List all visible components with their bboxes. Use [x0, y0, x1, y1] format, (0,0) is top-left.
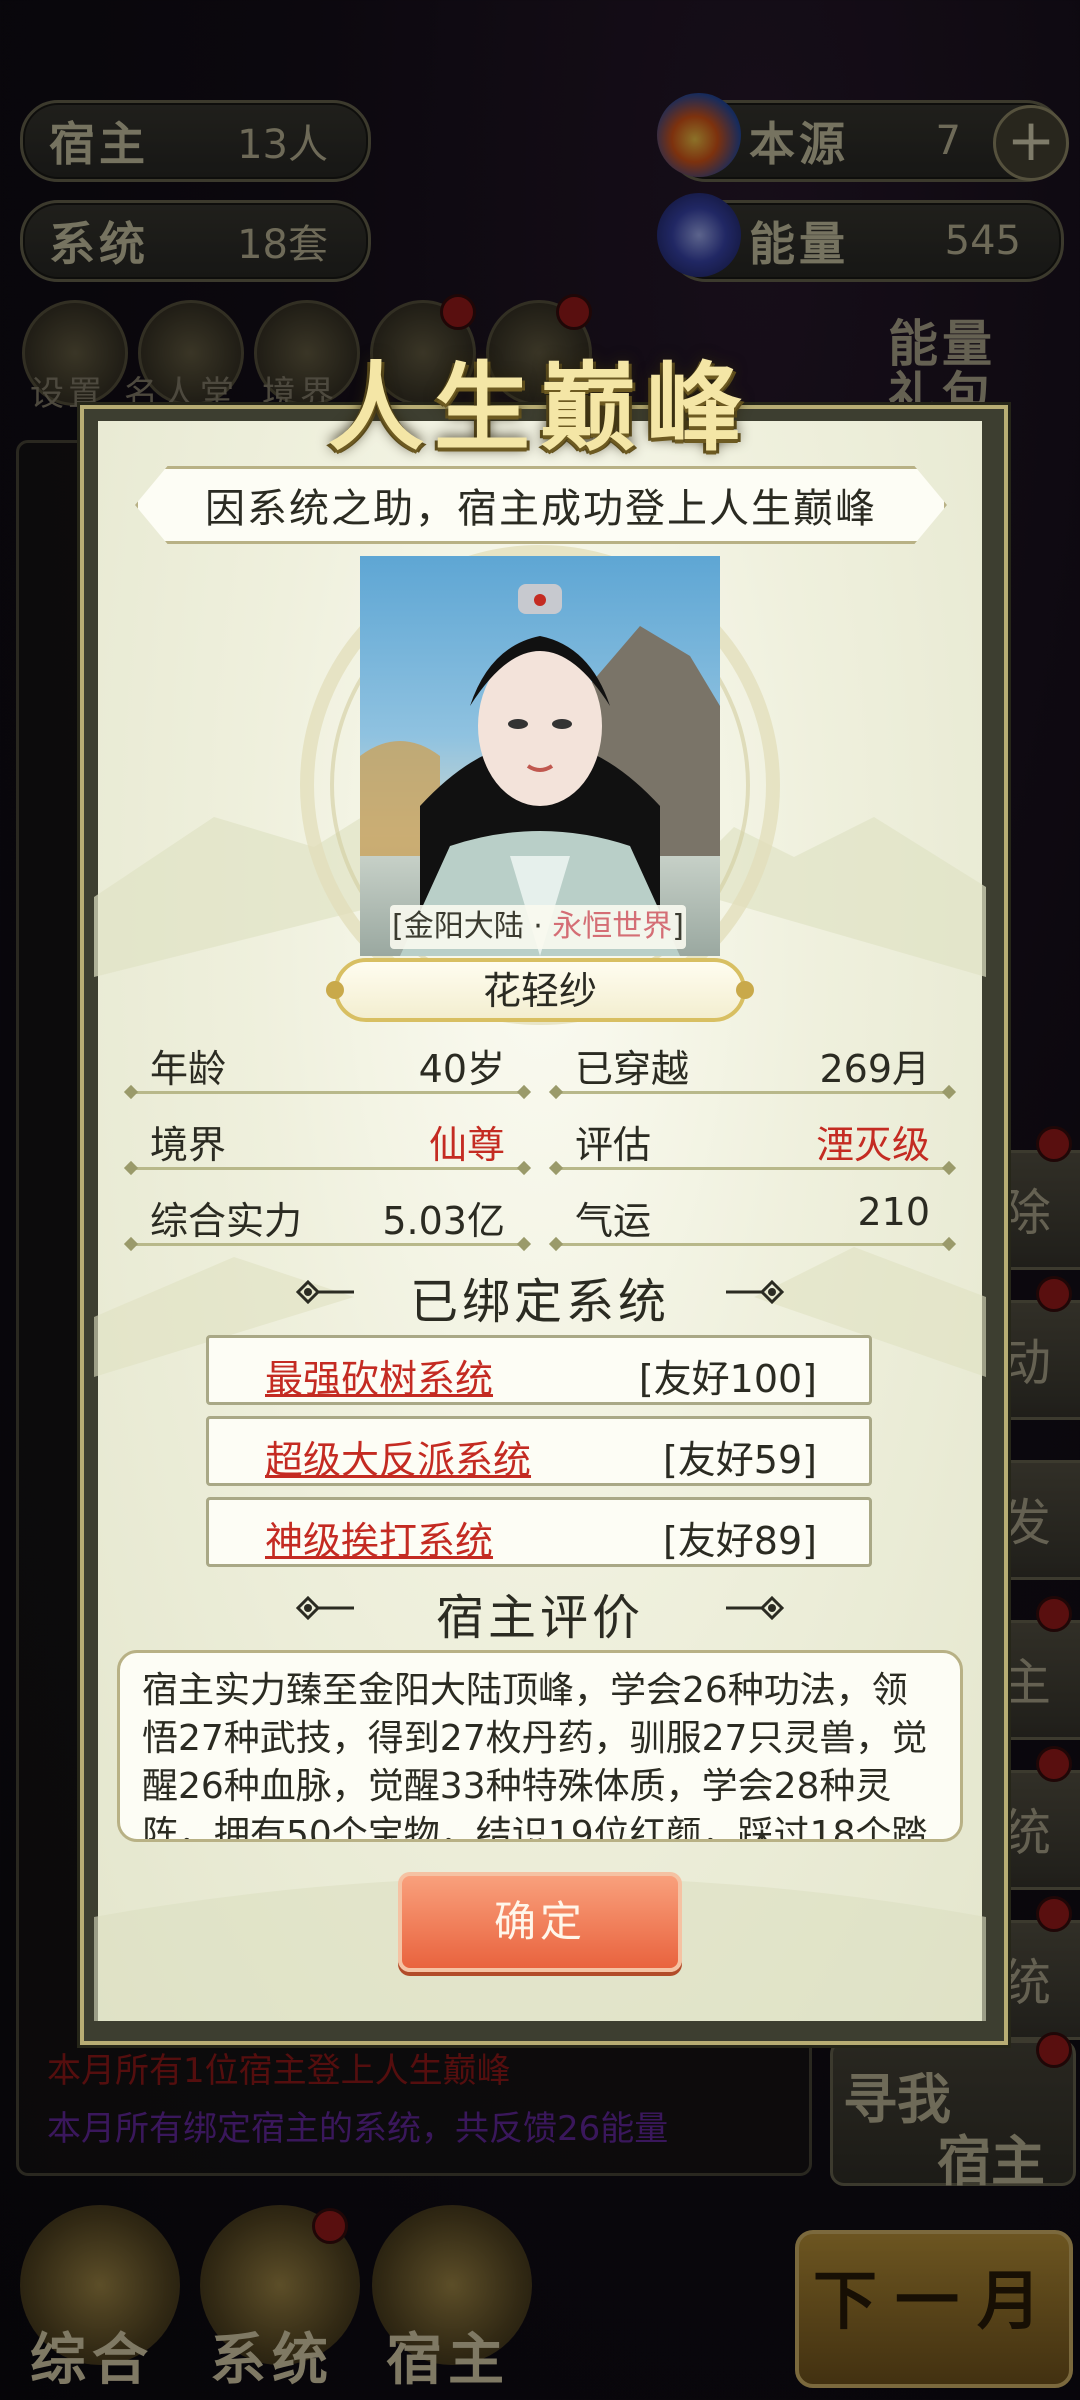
stat-label: 综合实力 [150, 1199, 303, 1243]
bound-system-item[interactable]: 最强砍树系统 [友好100] [206, 1335, 872, 1405]
stat-assessment: 评估 湮灭级 [555, 1104, 950, 1170]
origin-bracket-close: ] [672, 909, 685, 944]
stat-traveled: 已穿越 269月 [555, 1028, 950, 1094]
origin-continent: [金阳大陆 · [391, 909, 553, 944]
host-evaluation-title: 宿主评价 [435, 1590, 644, 1646]
evaluation-text: 宿主实力臻至金阳大陆顶峰，学会26种功法，领悟27种武技，得到27枚丹药，驯服2… [142, 1670, 928, 1842]
divider [555, 1091, 950, 1094]
stat-value: 210 [857, 1190, 930, 1234]
divider [130, 1091, 525, 1094]
stat-value: 40岁 [418, 1047, 505, 1091]
stat-label: 已穿越 [575, 1047, 690, 1091]
divider [555, 1167, 950, 1170]
divider [555, 1243, 950, 1246]
origin-world: 永恒世界 [552, 909, 673, 944]
confirm-button[interactable]: 确定 [398, 1872, 682, 1972]
evaluation-scroll-box[interactable]: 宿主实力臻至金阳大陆顶峰，学会26种功法，领悟27种武技，得到27枚丹药，驯服2… [117, 1650, 963, 1842]
bound-system-item[interactable]: 神级挨打系统 [友好89] [206, 1497, 872, 1567]
system-name-link[interactable]: 神级挨打系统 [265, 1510, 493, 1565]
stat-label: 气运 [575, 1199, 652, 1243]
diamond-ornament-icon [726, 1280, 784, 1304]
stat-value: 湮灭级 [815, 1123, 930, 1167]
stat-power: 综合实力 5.03亿 [130, 1180, 525, 1246]
system-favor: [友好100] [638, 1357, 817, 1401]
dialog-title: 人生巅峰 [328, 352, 752, 464]
stat-label: 年龄 [150, 1047, 227, 1091]
divider [130, 1167, 525, 1170]
diamond-ornament-icon [726, 1596, 784, 1620]
stat-label: 境界 [150, 1123, 227, 1167]
stat-luck: 气运 210 [555, 1180, 950, 1246]
system-favor: [友好59] [662, 1438, 817, 1482]
bound-system-item[interactable]: 超级大反派系统 [友好59] [206, 1416, 872, 1486]
dialog-banner: 因系统之助，宿主成功登上人生巅峰 [135, 466, 947, 544]
stat-age: 年龄 40岁 [130, 1028, 525, 1094]
bound-systems-title: 已绑定系统 [409, 1274, 670, 1330]
stat-value: 5.03亿 [382, 1199, 505, 1243]
host-portrait-illustration [360, 584, 720, 956]
host-portrait [360, 556, 720, 956]
system-favor: [友好89] [662, 1519, 817, 1563]
host-name: 花轻纱 [482, 969, 597, 1013]
system-name-link[interactable]: 最强砍树系统 [265, 1348, 493, 1403]
stat-label: 评估 [575, 1123, 652, 1167]
host-name-plate: 花轻纱 [326, 958, 754, 1022]
divider [130, 1243, 525, 1246]
system-name-link[interactable]: 超级大反派系统 [265, 1429, 531, 1484]
stat-value: 仙尊 [428, 1123, 505, 1167]
origin-world-tag: [金阳大陆 · 永恒世界] [390, 905, 686, 949]
banner-text: 因系统之助，宿主成功登上人生巅峰 [205, 486, 877, 532]
stat-value: 269月 [819, 1047, 930, 1091]
stat-realm: 境界 仙尊 [130, 1104, 525, 1170]
